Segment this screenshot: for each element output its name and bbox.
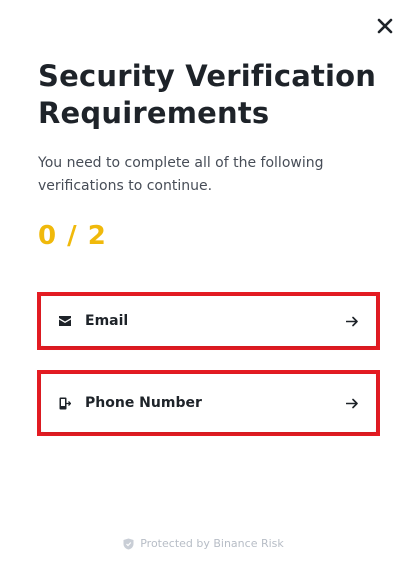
arrow-right-icon xyxy=(345,396,359,410)
phone-verification-option[interactable]: Phone Number xyxy=(37,370,380,436)
verification-progress: 0 / 2 xyxy=(38,221,107,251)
security-verification-dialog: Security Verification Requirements You n… xyxy=(0,0,406,570)
phone-option-label: Phone Number xyxy=(85,395,202,411)
email-option-label: Email xyxy=(85,313,129,329)
arrow-right-icon xyxy=(345,314,359,328)
email-verification-option[interactable]: Email xyxy=(37,292,380,350)
close-button[interactable] xyxy=(374,15,396,37)
footer-text: Protected by Binance Risk xyxy=(140,537,284,550)
close-icon xyxy=(377,18,393,34)
envelope-icon xyxy=(58,314,72,328)
shield-icon xyxy=(122,538,134,550)
phone-icon xyxy=(58,396,72,410)
dialog-subtitle: You need to complete all of the followin… xyxy=(38,155,324,194)
dialog-title: Security Verification Requirements xyxy=(38,59,377,130)
protection-footer: Protected by Binance Risk xyxy=(0,537,406,550)
